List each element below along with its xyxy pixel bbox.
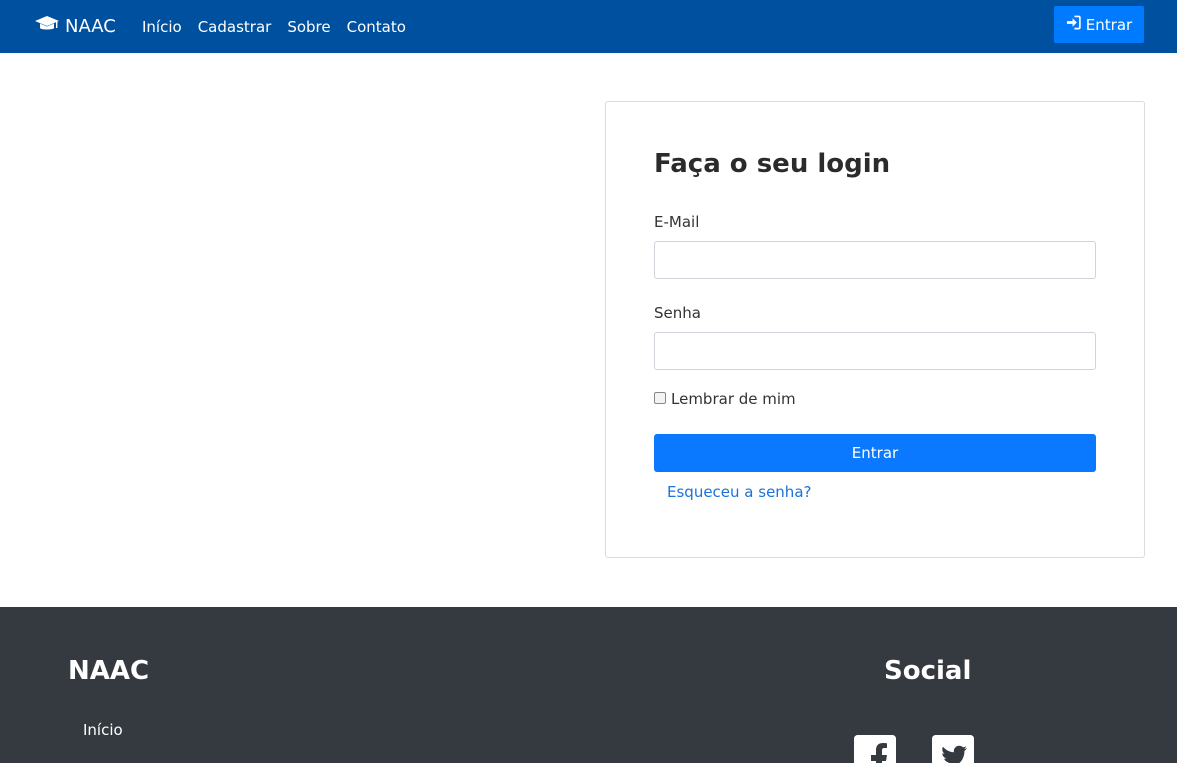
twitter-icon[interactable] [932, 735, 974, 763]
navbar-login-button[interactable]: Entrar [1054, 6, 1144, 43]
nav-link-inicio[interactable]: Início [142, 18, 182, 36]
navbar-login-label: Entrar [1085, 15, 1133, 34]
login-card: Faça o seu login E-Mail Senha Lembrar de… [605, 101, 1145, 558]
password-label: Senha [654, 304, 701, 322]
top-navbar: NAAC Início Cadastrar Sobre Contato Entr… [0, 0, 1177, 53]
login-title: Faça o seu login [654, 149, 891, 179]
graduation-cap-icon [34, 15, 65, 38]
password-field[interactable] [654, 332, 1096, 370]
nav-link-contato[interactable]: Contato [347, 18, 406, 36]
remember-row: Lembrar de mim [654, 390, 796, 408]
footer-link-inicio[interactable]: Início [83, 721, 123, 739]
login-submit-button[interactable]: Entrar [654, 434, 1096, 472]
social-title: Social [884, 656, 972, 686]
nav-link-cadastrar[interactable]: Cadastrar [198, 18, 272, 36]
navbar-brand[interactable]: NAAC [34, 0, 116, 53]
remember-label: Lembrar de mim [671, 390, 796, 408]
nav-links: Início Cadastrar Sobre Contato [142, 0, 406, 53]
remember-checkbox[interactable] [654, 392, 666, 404]
footer: NAAC Início Social [0, 607, 1177, 763]
email-field[interactable] [654, 241, 1096, 279]
brand-label: NAAC [65, 16, 116, 37]
email-label: E-Mail [654, 213, 700, 231]
footer-title: NAAC [68, 656, 150, 686]
forgot-password-link[interactable]: Esqueceu a senha? [667, 483, 811, 501]
nav-link-sobre[interactable]: Sobre [287, 18, 330, 36]
sign-in-icon [1066, 15, 1086, 34]
facebook-icon[interactable] [854, 735, 896, 763]
